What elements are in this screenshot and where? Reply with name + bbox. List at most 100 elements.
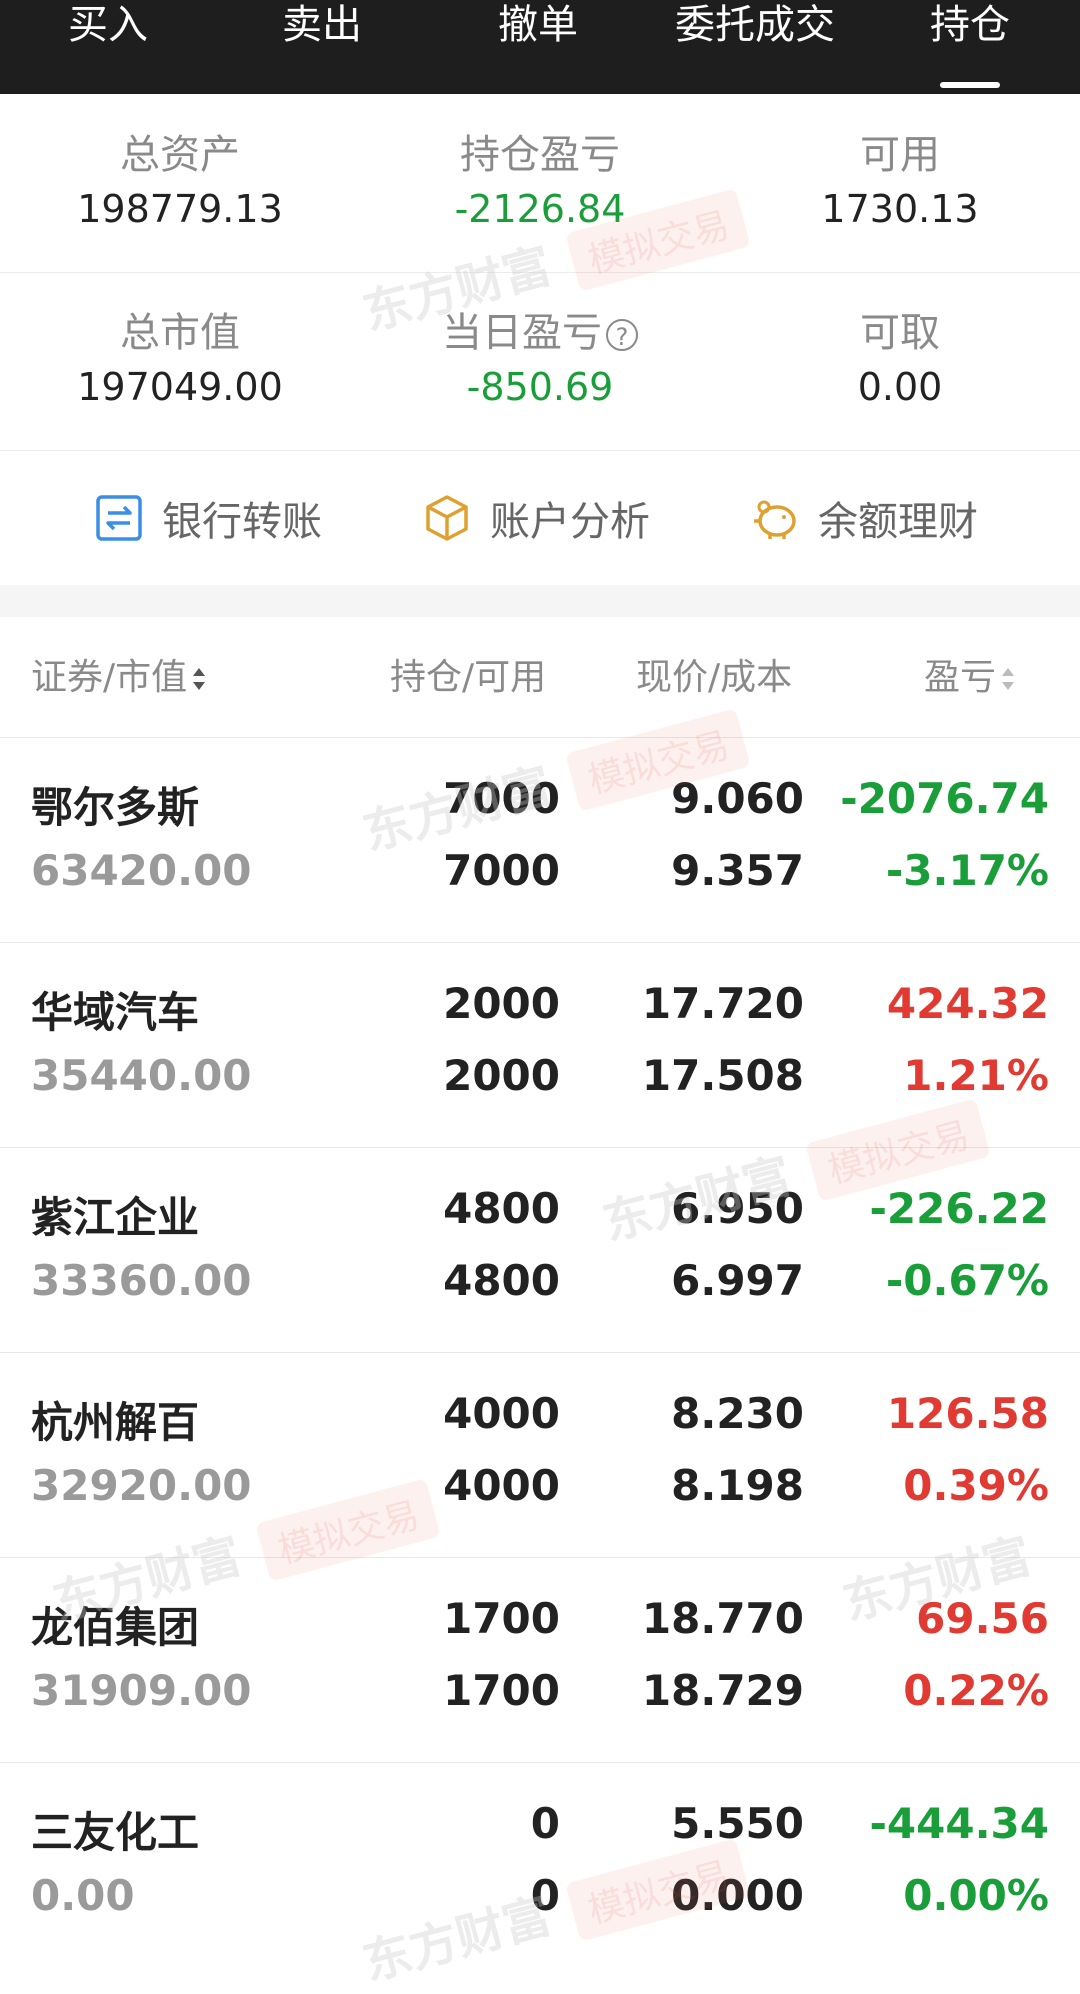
stock-name: 华域汽车: [31, 988, 200, 1037]
sort-icon: [193, 668, 206, 690]
market-value-label: 总市值: [120, 310, 240, 356]
stock-market-value: 0.00: [31, 1871, 135, 1920]
withdrawable-value: 0.00: [857, 365, 943, 409]
daily-pl: 当日盈亏? -850.69: [360, 308, 720, 412]
total-assets-label: 总资产: [120, 132, 240, 178]
balance-finance-button[interactable]: 余额理财: [750, 488, 978, 548]
stock-pl: -226.22: [869, 1184, 1049, 1233]
stock-available: 7000: [443, 846, 560, 895]
tab-sell-label: 卖出: [282, 2, 362, 48]
holding-row[interactable]: 华域汽车 35440.00 2000 2000 17.720 17.508 42…: [0, 942, 1080, 1148]
withdrawable: 可取 0.00: [720, 308, 1080, 412]
stock-position: 2000: [443, 979, 560, 1028]
stock-pl-percent: 0.22%: [903, 1666, 1049, 1715]
stock-pl: 126.58: [886, 1389, 1049, 1438]
position-pl: 持仓盈亏 -2126.84: [360, 130, 720, 234]
stock-available: 4000: [443, 1461, 560, 1510]
stock-available: 2000: [443, 1051, 560, 1100]
bank-transfer-button[interactable]: 银行转账: [94, 488, 322, 548]
withdrawable-label: 可取: [860, 310, 940, 356]
holding-row[interactable]: 紫江企业 33360.00 4800 4800 6.950 6.997 -226…: [0, 1147, 1080, 1353]
stock-cost: 0.000: [671, 1871, 804, 1920]
tab-buy-label: 买入: [68, 2, 148, 48]
stock-market-value: 63420.00: [31, 846, 252, 895]
stock-pl: 69.56: [916, 1594, 1049, 1643]
stock-pl-percent: -3.17%: [885, 846, 1049, 895]
daily-pl-label-wrap: 当日盈亏?: [360, 308, 720, 358]
stock-position: 1700: [443, 1594, 560, 1643]
stock-pl: 424.32: [886, 979, 1049, 1028]
stock-price: 8.230: [671, 1389, 804, 1438]
stock-position: 0: [530, 1799, 560, 1848]
stock-available: 0: [530, 1871, 560, 1920]
holding-row[interactable]: 杭州解百 32920.00 4000 4000 8.230 8.198 126.…: [0, 1352, 1080, 1558]
stock-cost: 8.198: [671, 1461, 804, 1510]
stock-available: 1700: [443, 1666, 560, 1715]
stock-pl: -444.34: [869, 1799, 1049, 1848]
stock-position: 7000: [443, 774, 560, 823]
top-tab-bar: 买入 卖出 撤单 委托成交 持仓: [0, 0, 1080, 94]
piggy-bank-icon: [754, 500, 796, 539]
available-label: 可用: [860, 132, 940, 178]
available-funds: 可用 1730.13: [720, 130, 1080, 234]
stock-market-value: 33360.00: [31, 1256, 252, 1305]
account-analysis-button[interactable]: 账户分析: [422, 488, 650, 548]
security-header-label: 证券/市值: [31, 657, 188, 698]
stock-cost: 18.729: [641, 1666, 804, 1715]
help-icon[interactable]: ?: [606, 319, 638, 351]
stock-position: 4000: [443, 1389, 560, 1438]
stock-pl: -2076.74: [840, 774, 1049, 823]
position-pl-label: 持仓盈亏: [460, 132, 620, 178]
stock-name: 杭州解百: [31, 1398, 200, 1447]
pl-header-label: 盈亏: [924, 657, 997, 698]
position-header: 持仓/可用: [390, 650, 546, 706]
price-header-label: 现价/成本: [636, 657, 793, 698]
stock-cost: 17.508: [641, 1051, 804, 1100]
position-pl-value: -2126.84: [454, 187, 626, 231]
sort-pl-header[interactable]: 盈亏: [924, 650, 1016, 706]
holding-row[interactable]: 三友化工 0.00 0 0 5.550 0.000 -444.34 0.00%: [0, 1762, 1080, 1968]
tab-positions-label: 持仓: [930, 2, 1010, 48]
stock-pl-percent: 0.39%: [903, 1461, 1049, 1510]
divider: [0, 272, 1080, 273]
stock-pl-percent: -0.67%: [885, 1256, 1049, 1305]
stock-name: 三友化工: [31, 1808, 200, 1857]
stock-cost: 6.997: [671, 1256, 804, 1305]
stock-available: 4800: [443, 1256, 560, 1305]
daily-pl-label: 当日盈亏: [442, 310, 602, 356]
stock-price: 18.770: [641, 1594, 804, 1643]
holding-row[interactable]: 鄂尔多斯 63420.00 7000 7000 9.060 9.357 -207…: [0, 737, 1080, 943]
stock-pl-percent: 0.00%: [903, 1871, 1049, 1920]
position-header-label: 持仓/可用: [390, 657, 547, 698]
balance-finance-label: 余额理财: [818, 499, 978, 545]
stock-cost: 9.357: [671, 846, 804, 895]
stock-market-value: 35440.00: [31, 1051, 252, 1100]
tab-orders-label: 委托成交: [675, 2, 835, 48]
divider: [0, 450, 1080, 451]
stock-name: 龙佰集团: [31, 1603, 200, 1652]
market-value: 总市值 197049.00: [0, 308, 360, 412]
stock-market-value: 32920.00: [31, 1461, 252, 1510]
sort-icon: [1002, 668, 1015, 690]
stock-market-value: 31909.00: [31, 1666, 252, 1715]
available-value: 1730.13: [821, 187, 979, 231]
stock-price: 9.060: [671, 774, 804, 823]
stock-name: 紫江企业: [31, 1193, 200, 1242]
bank-transfer-icon: [96, 495, 142, 541]
holding-row[interactable]: 龙佰集团 31909.00 1700 1700 18.770 18.729 69…: [0, 1557, 1080, 1763]
stock-pl-percent: 1.21%: [903, 1051, 1049, 1100]
stock-name: 鄂尔多斯: [31, 783, 200, 832]
bank-transfer-label: 银行转账: [162, 499, 322, 545]
section-separator: [0, 585, 1080, 617]
tab-buy[interactable]: 买入: [48, 0, 168, 94]
tab-sell[interactable]: 卖出: [262, 0, 382, 94]
tab-orders-deals[interactable]: 委托成交: [660, 0, 850, 94]
tab-positions[interactable]: 持仓: [910, 0, 1030, 94]
total-assets-value: 198779.13: [77, 187, 283, 231]
total-assets: 总资产 198779.13: [0, 130, 360, 234]
price-header: 现价/成本: [636, 650, 792, 706]
sort-security-header[interactable]: 证券/市值: [31, 650, 207, 706]
stock-position: 4800: [443, 1184, 560, 1233]
tab-cancel-order[interactable]: 撤单: [478, 0, 598, 94]
stock-price: 17.720: [641, 979, 804, 1028]
